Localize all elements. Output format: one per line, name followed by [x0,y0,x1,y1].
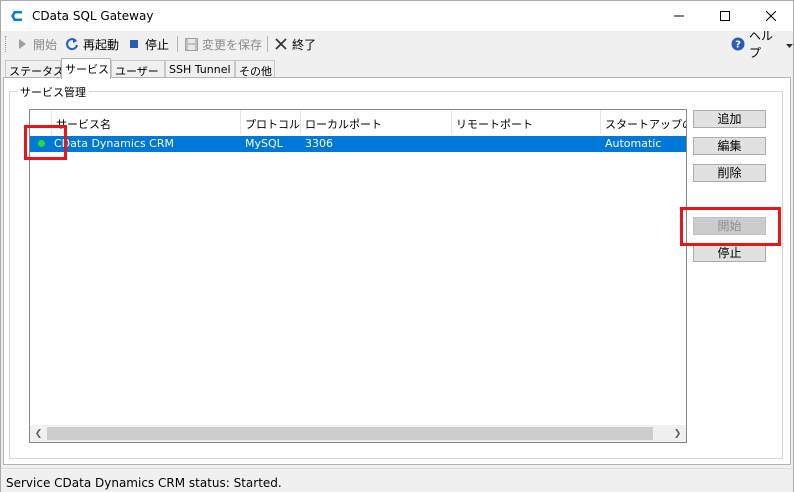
startup-cell: Automatic [605,137,662,150]
tab-services[interactable]: サービス [61,58,111,79]
restart-toolbar-label: 再起動 [83,37,120,52]
column-header-protocol[interactable]: プロトコル [241,110,301,134]
service-name-cell: CData Dynamics CRM [54,137,174,150]
column-header-remote-port[interactable]: リモートポート [452,110,601,134]
service-management-title: サービス管理 [17,84,89,100]
service-running-icon [38,140,45,147]
refresh-icon [65,37,79,51]
scroll-right-arrow-icon[interactable]: ❯ [671,427,684,440]
horizontal-scrollbar[interactable]: ❮ ❯ [30,425,686,442]
exit-toolbar-button[interactable]: 終了 [274,35,316,53]
tab-other[interactable]: その他 [235,60,275,78]
save-icon [184,37,198,51]
title-bar: CData SQL Gateway [1,1,793,31]
stop-toolbar-button[interactable]: 停止 [127,35,169,53]
exit-toolbar-label: 終了 [292,37,317,52]
stop-icon [127,37,141,51]
service-list[interactable]: サービス名 プロトコル ローカルポート リモートポート スタートアップの種 CD… [29,109,687,443]
list-header: サービス名 プロトコル ローカルポート リモートポート スタートアップの種 [30,110,686,134]
save-changes-button[interactable]: 変更を保存 [184,35,262,53]
protocol-cell: MySQL [245,137,283,150]
add-button[interactable]: 追加 [693,110,766,128]
scrollbar-thumb[interactable] [47,427,653,440]
app-window: CData SQL Gateway 開始 再起動 停止 変更を保存 終了 ? ヘ… [0,0,794,492]
svg-text:?: ? [735,40,741,51]
start-toolbar-label: 開始 [33,37,58,52]
play-icon [15,37,29,51]
tab-users[interactable]: ユーザー [111,60,165,78]
toolbar-separator [177,36,178,52]
stop-service-button[interactable]: 停止 [693,244,766,262]
column-header-local-port[interactable]: ローカルポート [301,110,452,134]
x-close-icon [274,37,288,51]
minimize-button[interactable] [656,1,702,31]
local-port-cell: 3306 [305,137,333,150]
delete-button[interactable]: 削除 [693,164,766,182]
scroll-left-arrow-icon[interactable]: ❮ [32,427,45,440]
chevron-down-icon [786,37,793,51]
toolbar-grip [5,36,8,52]
column-header-status[interactable] [30,110,52,134]
status-bar: Service CData Dynamics CRM status: Start… [1,468,793,492]
start-service-button[interactable]: 開始 [693,217,766,235]
column-header-service-name[interactable]: サービス名 [52,110,241,134]
help-icon: ? [731,37,745,51]
save-changes-label: 変更を保存 [202,37,263,52]
stop-toolbar-label: 停止 [145,37,170,52]
cdata-logo-icon [10,9,24,23]
table-row[interactable]: CData Dynamics CRM MySQL 3306 Automatic [30,136,686,152]
start-toolbar-button[interactable]: 開始 [15,35,57,53]
window-title: CData SQL Gateway [32,9,154,23]
help-menu-button[interactable]: ? ヘルプ [731,29,793,60]
maximize-button[interactable] [702,1,748,31]
restart-toolbar-button[interactable]: 再起動 [65,35,119,53]
tab-ssh-tunnel[interactable]: SSH Tunnel [165,60,235,78]
tab-status[interactable]: ステータス [5,60,64,78]
status-message: Service CData Dynamics CRM status: Start… [6,476,282,490]
toolbar: 開始 再起動 停止 変更を保存 終了 ? ヘルプ [1,29,793,60]
edit-button[interactable]: 編集 [693,137,766,155]
help-label: ヘルプ [749,29,774,60]
column-header-startup[interactable]: スタートアップの種 [601,110,686,134]
toolbar-separator [267,36,268,52]
